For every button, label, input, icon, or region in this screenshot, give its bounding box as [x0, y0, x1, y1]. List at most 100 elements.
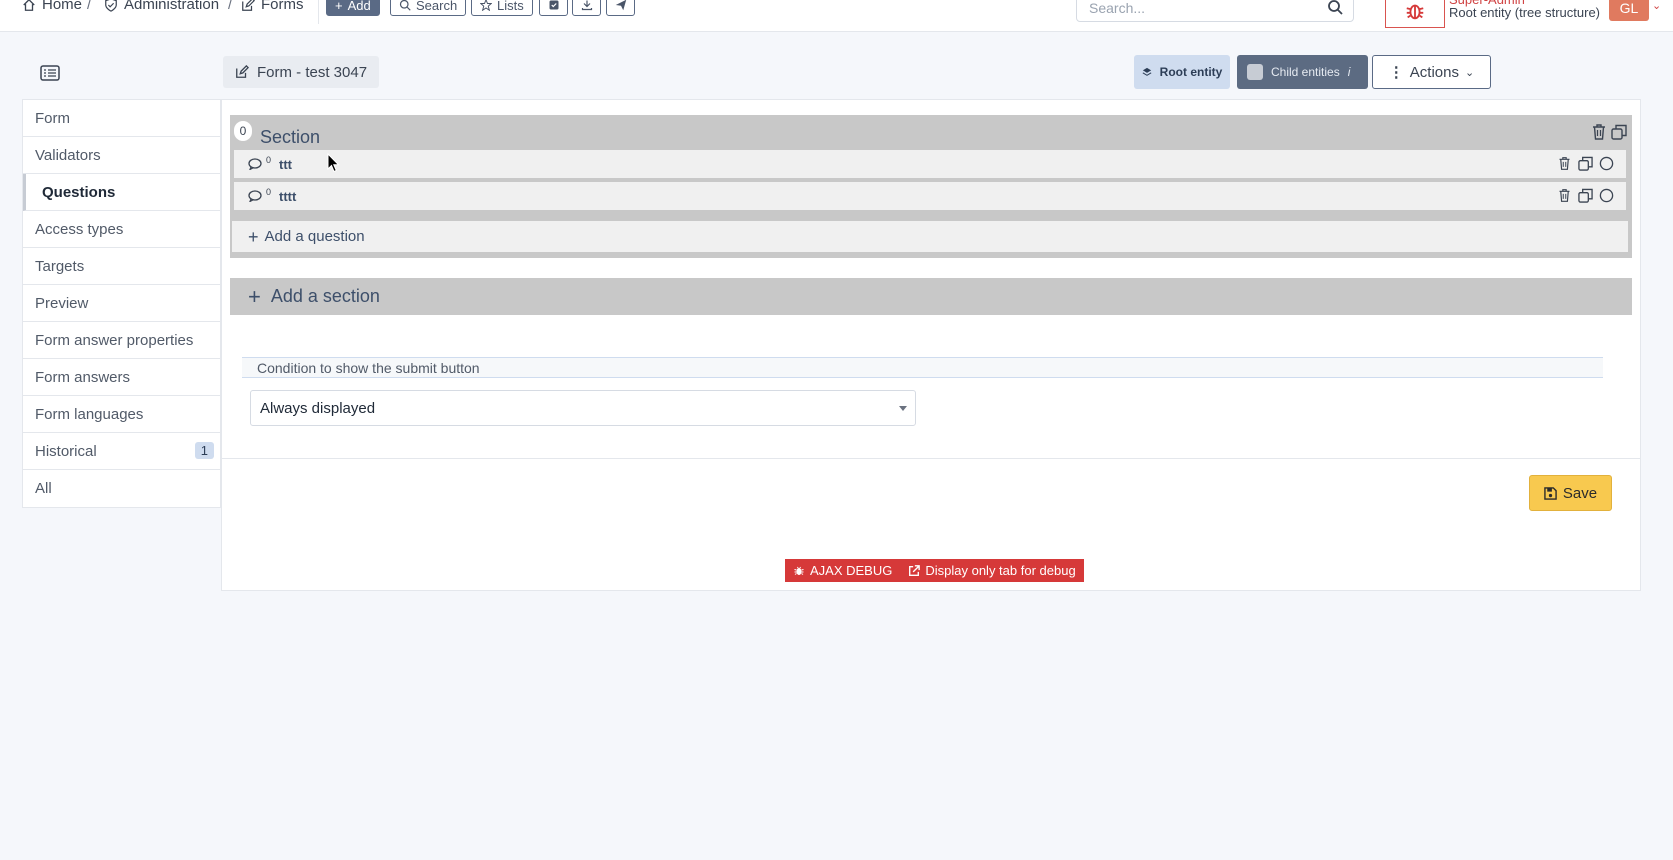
global-search-input[interactable]: Search... [1076, 0, 1354, 22]
sidebar-item-all[interactable]: All [23, 470, 220, 507]
divider [222, 458, 1640, 459]
child-entities-label: Child entities [1271, 65, 1340, 79]
sidebar-item-validators[interactable]: Validators [23, 137, 220, 174]
user-entity-label[interactable]: Root entity (tree structure) [1449, 5, 1600, 20]
duplicate-icon[interactable] [1611, 123, 1627, 141]
required-toggle-icon[interactable] [1599, 188, 1614, 203]
download-icon [581, 0, 592, 11]
edit-icon [242, 0, 255, 11]
chevron-down-icon: ⌄ [1464, 66, 1475, 79]
breadcrumb-administration[interactable]: Administration [104, 0, 219, 13]
toolbar-divider [318, 0, 319, 24]
questions-panel: 0 Section 0 ttt 0 tttt + Add a question … [221, 99, 1641, 591]
page-title-text: Form - test 3047 [257, 63, 368, 81]
question-label[interactable]: ttt [279, 157, 292, 172]
count-badge: 1 [194, 442, 214, 459]
debug-toolbar: AJAX DEBUG Display only tab for debug [785, 559, 1084, 582]
question-row[interactable]: 0 tttt [234, 182, 1626, 210]
sidebar-item-label: Access types [35, 220, 124, 238]
duplicate-icon[interactable] [1578, 188, 1593, 203]
square-check-icon [549, 0, 558, 10]
download-shortcut-button[interactable] [572, 0, 601, 16]
add-question-button[interactable]: + Add a question [232, 221, 1628, 252]
trash-icon[interactable] [1591, 123, 1607, 141]
avatar[interactable]: GL [1609, 0, 1649, 21]
question-conditions-badge: 0 [266, 187, 272, 197]
section-actions [1591, 123, 1627, 141]
display-debug-tab-button[interactable]: Display only tab for debug [900, 559, 1084, 582]
sidebar-item-targets[interactable]: Targets [23, 248, 220, 285]
global-search-placeholder: Search... [1089, 0, 1146, 16]
plus-icon: + [248, 226, 259, 247]
breadcrumb-forms-label: Forms [261, 0, 304, 13]
debug-mode-button[interactable] [1385, 0, 1445, 28]
child-entities-toggle[interactable]: Child entities i [1237, 55, 1368, 89]
form-tabs-sidebar: Form Validators Questions Access types T… [22, 99, 221, 508]
sidebar-item-label: Form [35, 109, 70, 127]
sidebar-item-preview[interactable]: Preview [23, 285, 220, 322]
add-button-label: Add [347, 0, 371, 13]
sidebar-item-form-languages[interactable]: Form languages [23, 396, 220, 433]
question-conditions-badge: 0 [266, 155, 272, 165]
breadcrumb-forms[interactable]: Forms [241, 0, 304, 13]
sidebar-item-form[interactable]: Form [23, 100, 220, 137]
sidebar-item-label: Historical [35, 442, 97, 460]
sidebar-item-historical[interactable]: Historical 1 [23, 433, 220, 470]
page-title: Form - test 3047 [223, 56, 380, 88]
sidebar-item-label: Validators [35, 146, 101, 164]
child-entities-checkbox[interactable] [1247, 64, 1263, 80]
question-actions [1557, 188, 1614, 203]
sidebar-item-questions[interactable]: Questions [23, 174, 220, 211]
sidebar-item-label: Form languages [35, 405, 144, 423]
section-title[interactable]: Section [260, 127, 320, 148]
search-icon[interactable] [1327, 0, 1343, 15]
dropdown-caret-icon [899, 406, 907, 411]
breadcrumb-separator: / [228, 0, 233, 13]
sidebar-item-label: Form answer properties [35, 331, 194, 349]
submit-condition-label: Condition to show the submit button [257, 359, 480, 376]
breadcrumb-home[interactable]: Home [22, 0, 82, 13]
search-button[interactable]: Search [390, 0, 467, 16]
send-shortcut-button[interactable] [606, 0, 635, 16]
sidebar-item-form-answer-properties[interactable]: Form answer properties [23, 322, 220, 359]
root-entity-label: Root entity [1159, 65, 1223, 79]
submit-condition-heading: Condition to show the submit button [242, 357, 1603, 378]
question-row[interactable]: 0 ttt [234, 150, 1626, 178]
home-icon [23, 0, 35, 11]
search-button-label: Search [416, 0, 458, 13]
sidebar-item-access-types[interactable]: Access types [23, 211, 220, 248]
breadcrumb-home-label: Home [42, 0, 83, 13]
chevron-down-icon[interactable]: ⌄ [1652, 0, 1661, 12]
add-button[interactable]: + Add [326, 0, 380, 16]
list-toggle-icon[interactable] [40, 64, 60, 82]
plus-icon: + [248, 283, 261, 309]
edit-icon [236, 65, 249, 78]
actions-button[interactable]: ⋮ Actions ⌄ [1372, 55, 1491, 89]
required-toggle-icon[interactable] [1599, 156, 1614, 171]
shield-check-icon [105, 0, 117, 12]
checkbox-shortcut-button[interactable] [539, 0, 568, 16]
submit-condition-select[interactable]: Always displayed [250, 390, 916, 426]
actions-label: Actions [1409, 63, 1459, 81]
trash-icon[interactable] [1557, 156, 1572, 171]
external-link-icon [909, 564, 921, 576]
sidebar-item-form-answers[interactable]: Form answers [23, 359, 220, 396]
lists-button[interactable]: Lists [471, 0, 533, 16]
add-section-button[interactable]: + Add a section [230, 278, 1632, 315]
form-section: 0 Section 0 ttt 0 tttt + Add a question [230, 115, 1632, 258]
add-section-label: Add a section [270, 286, 380, 306]
top-navbar: Home / Administration / Forms + Add Sear… [0, 0, 1673, 32]
ajax-debug-label: AJAX DEBUG [810, 563, 893, 578]
save-button[interactable]: Save [1529, 475, 1612, 511]
root-entity-button[interactable]: Root entity [1134, 55, 1230, 89]
ajax-debug-button[interactable]: AJAX DEBUG [785, 559, 901, 582]
save-button-label: Save [1562, 484, 1598, 502]
duplicate-icon[interactable] [1578, 156, 1593, 171]
sidebar-item-label: Targets [35, 257, 85, 275]
info-icon: i [1347, 65, 1351, 79]
question-actions [1557, 156, 1614, 171]
plus-icon: + [335, 0, 343, 13]
question-label[interactable]: tttt [279, 189, 296, 204]
sidebar-item-label: Form answers [35, 368, 131, 386]
trash-icon[interactable] [1557, 188, 1572, 203]
